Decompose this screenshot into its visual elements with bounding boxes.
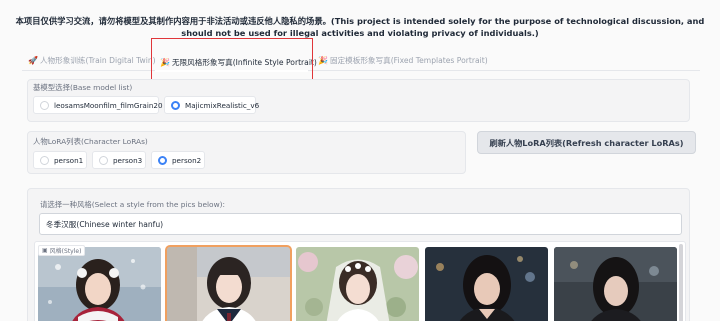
portrait-image xyxy=(38,247,161,321)
style-thumb-school-uniform[interactable] xyxy=(165,245,292,321)
radio-dot xyxy=(40,100,49,110)
radio-person2[interactable]: person2 xyxy=(151,151,205,169)
radio-label: MajicmixRealistic_v6 xyxy=(185,100,260,110)
style-thumb-winter-hanfu[interactable] xyxy=(38,247,161,321)
radio-leosams-moonfilm[interactable]: leosamsMoonfilm_filmGrain20 xyxy=(33,96,163,114)
radio-person3[interactable]: person3 xyxy=(92,151,146,169)
party-popper-icon: 🎉 xyxy=(318,56,328,65)
tab-fixed-templates-portrait[interactable]: 🎉 固定模板形象写真(Fixed Templates Portrait) xyxy=(318,55,488,66)
tab-train-digital-twin[interactable]: 🚀 人物形象训练(Train Digital Twin) xyxy=(28,55,156,66)
radio-dot-selected xyxy=(171,100,180,110)
disclaimer-notice: 本项目仅供学习交流，请勿将模型及其制作内容用于非法活动或违反他人隐私的场景。(T… xyxy=(15,16,705,38)
radio-dot-selected xyxy=(158,155,167,165)
gallery-badge: ▣ 风格(Style) xyxy=(38,245,86,256)
radio-dot xyxy=(99,155,108,165)
style-gallery: ▣ 风格(Style) xyxy=(34,241,686,321)
tab-bar: 🚀 人物形象训练(Train Digital Twin) 🎉 无限风格形象写真(… xyxy=(22,52,700,71)
image-icon: ▣ xyxy=(42,247,48,254)
radio-dot xyxy=(40,155,49,165)
radio-majicmix-realistic[interactable]: MajicmixRealistic_v6 xyxy=(164,96,260,114)
rocket-icon: 🚀 xyxy=(28,56,38,65)
style-select-label: 请选择一种风格(Select a style from the pics bel… xyxy=(40,200,225,209)
style-selected-field[interactable]: 冬季汉服(Chinese winter hanfu) xyxy=(39,213,682,235)
radio-person1[interactable]: person1 xyxy=(33,151,87,169)
style-thumb-rain-street[interactable] xyxy=(554,247,677,321)
style-thumb-night-city[interactable] xyxy=(425,247,548,321)
lora-label: 人物LoRA列表(Character LoRAs) xyxy=(33,137,148,146)
radio-label: person2 xyxy=(172,155,202,165)
portrait-image xyxy=(296,247,419,321)
tab-label: 固定模板形象写真(Fixed Templates Portrait) xyxy=(329,56,488,65)
gallery-label: 风格(Style) xyxy=(49,248,82,255)
portrait-image xyxy=(167,247,290,321)
radio-label: person3 xyxy=(113,155,143,165)
highlight-annotation-box xyxy=(151,38,313,80)
portrait-image xyxy=(425,247,548,321)
radio-label: person1 xyxy=(54,155,84,165)
base-model-label: 基模型选择(Base model list) xyxy=(33,83,133,92)
refresh-lora-button[interactable]: 刷新人物LoRA列表(Refresh character LoRAs) xyxy=(477,131,696,154)
style-thumb-wedding-veil[interactable] xyxy=(296,247,419,321)
radio-label: leosamsMoonfilm_filmGrain20 xyxy=(54,100,163,110)
gallery-scrollbar[interactable] xyxy=(679,244,683,321)
portrait-image xyxy=(554,247,677,321)
tab-label: 人物形象训练(Train Digital Twin) xyxy=(39,56,156,65)
